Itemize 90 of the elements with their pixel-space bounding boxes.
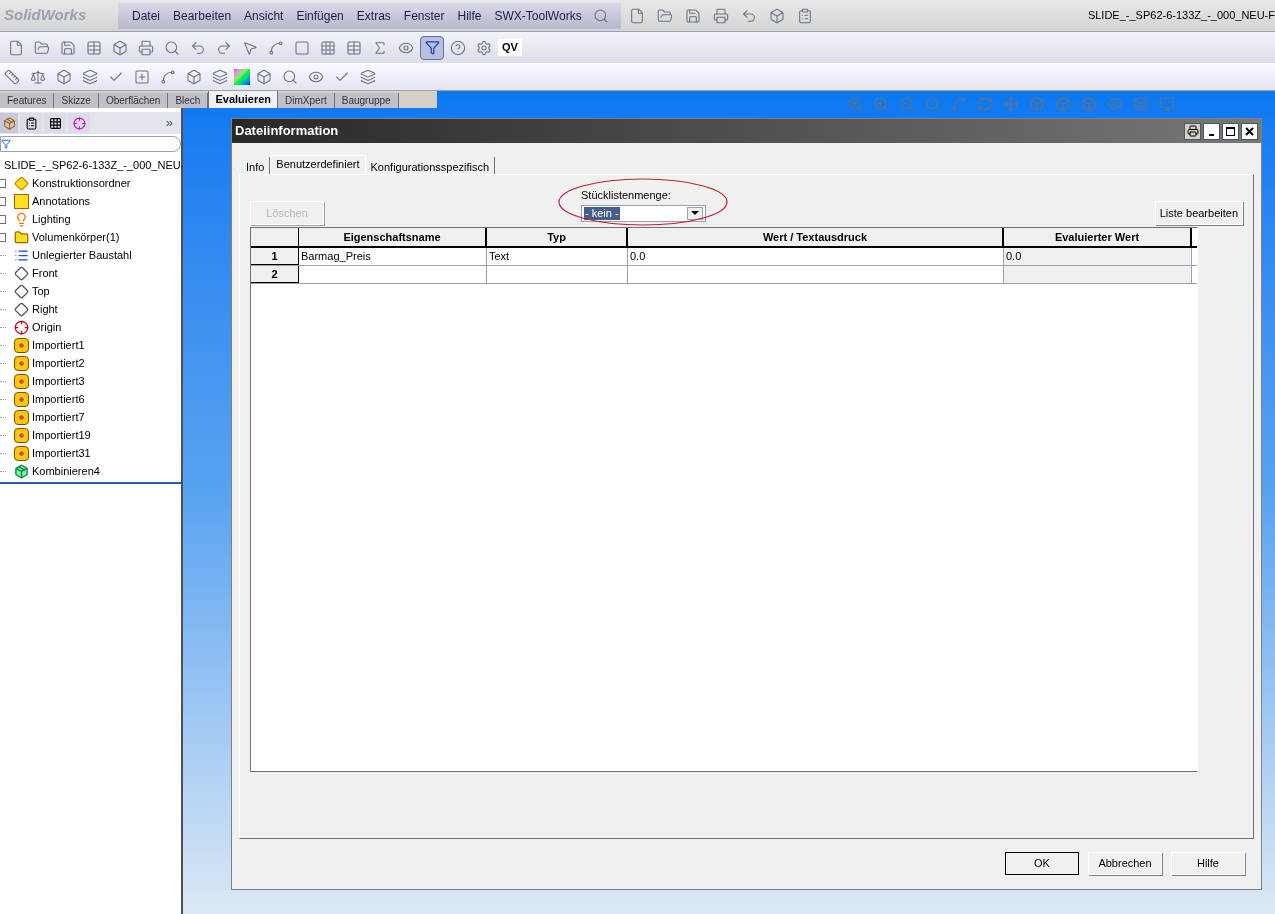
minimize-button[interactable] bbox=[1203, 122, 1220, 140]
more-button[interactable]: » bbox=[165, 113, 173, 133]
table-cell[interactable]: Barmag_Preis bbox=[299, 248, 487, 265]
filter-icon bbox=[1, 139, 11, 149]
filter-icon bbox=[424, 40, 440, 55]
app-logo: SolidWorks bbox=[3, 5, 88, 26]
tree-item[interactable]: Importiert3 bbox=[32, 372, 85, 390]
tree-item[interactable]: Importiert31 bbox=[32, 444, 91, 462]
close-icon bbox=[1245, 126, 1254, 136]
bom-quantity-select[interactable]: - kein - bbox=[581, 204, 706, 222]
filter-field[interactable] bbox=[0, 136, 181, 152]
document-title: SLIDE_-_SP62-6-133Z_-_000_NEU-F bbox=[1087, 8, 1275, 24]
close-button[interactable] bbox=[1241, 122, 1258, 140]
body-icon bbox=[14, 391, 29, 407]
body-icon bbox=[14, 409, 29, 425]
row-header[interactable]: 2 bbox=[251, 266, 299, 283]
command-tab[interactable]: Baugruppe bbox=[334, 93, 399, 108]
dialog-button[interactable]: OK bbox=[1005, 852, 1079, 875]
dialog-tab[interactable]: Benutzerdefiniert bbox=[270, 155, 366, 174]
body-icon bbox=[14, 427, 29, 443]
dialog-button[interactable]: Abbrechen bbox=[1088, 852, 1162, 875]
maximize-button[interactable] bbox=[1222, 122, 1239, 140]
lightbulb-icon bbox=[14, 211, 29, 227]
properties-tab[interactable] bbox=[20, 113, 42, 133]
tree-item[interactable]: Importiert19 bbox=[32, 426, 91, 444]
menu-item[interactable]: Einfügen bbox=[290, 6, 350, 25]
dropdown-icon bbox=[687, 206, 703, 220]
dialog-title: Dateiinformation bbox=[235, 122, 339, 141]
tree-item[interactable]: Konstruktionsordner bbox=[32, 174, 131, 192]
clipboard-icon bbox=[24, 116, 38, 130]
table-cell[interactable]: 0.0 bbox=[1004, 248, 1192, 265]
box-icon bbox=[2, 116, 16, 130]
dialog-tab[interactable]: Konfigurationsspezifisch bbox=[365, 157, 496, 174]
plane-icon bbox=[14, 283, 29, 299]
tree-item[interactable]: Importiert1 bbox=[32, 336, 85, 354]
print-button[interactable] bbox=[1184, 122, 1201, 140]
dialog-button[interactable]: Hilfe bbox=[1171, 852, 1245, 875]
tree-item[interactable]: Importiert2 bbox=[32, 354, 85, 372]
column-header[interactable]: Wert / Textausdruck bbox=[628, 228, 1004, 246]
tree-item[interactable]: Lighting bbox=[32, 210, 71, 228]
command-tab[interactable]: Features bbox=[0, 93, 55, 108]
tree-item[interactable]: Origin bbox=[32, 318, 62, 336]
tree-item[interactable]: Annotations bbox=[32, 192, 91, 210]
configuration-tab[interactable] bbox=[44, 113, 66, 133]
column-header[interactable]: Typ bbox=[487, 228, 628, 246]
plane-icon bbox=[14, 301, 29, 317]
body-icon bbox=[14, 337, 29, 353]
tree-item[interactable]: Right bbox=[32, 300, 58, 318]
command-tab[interactable]: Oberflächen bbox=[98, 93, 169, 108]
body-icon bbox=[14, 445, 29, 461]
command-tab[interactable]: DimXpert bbox=[278, 93, 335, 108]
menu-item[interactable]: Fenster bbox=[397, 6, 451, 25]
menu-item[interactable]: Datei bbox=[126, 6, 166, 25]
tree-item[interactable]: Front bbox=[32, 264, 58, 282]
tree-item[interactable]: Volumenkörper(1) bbox=[32, 228, 120, 246]
command-tab[interactable]: Evaluieren bbox=[208, 91, 279, 108]
origin-icon bbox=[14, 319, 29, 335]
table-cell[interactable]: 0.0 bbox=[628, 248, 1004, 265]
table-cell[interactable]: Text bbox=[487, 248, 628, 265]
tree-item[interactable]: Kombinieren4 bbox=[32, 462, 100, 480]
diamond-icon bbox=[14, 175, 29, 191]
quick-view-button[interactable]: QV bbox=[498, 39, 522, 56]
command-tab[interactable]: Skizze bbox=[54, 93, 99, 108]
bom-quantity-label: Stücklistenmenge: bbox=[581, 188, 672, 203]
filter-button[interactable] bbox=[420, 35, 444, 60]
crosshair-icon bbox=[72, 116, 86, 130]
body-icon bbox=[14, 355, 29, 371]
menu-item[interactable]: Hilfe bbox=[451, 6, 488, 25]
menu-item[interactable]: SWX-ToolWorks bbox=[488, 6, 588, 25]
tree-item[interactable]: Top bbox=[32, 282, 50, 300]
menu-item[interactable]: Extras bbox=[350, 6, 397, 25]
plane-icon bbox=[14, 265, 29, 281]
column-header[interactable]: Evaluierter Wert bbox=[1004, 228, 1192, 246]
tree-item[interactable]: Unlegierter Baustahl bbox=[32, 246, 132, 264]
command-tab[interactable]: Blech bbox=[168, 93, 209, 108]
tree-item[interactable]: Importiert6 bbox=[32, 390, 85, 408]
tree-item[interactable]: Importiert7 bbox=[32, 408, 85, 426]
color-map-icon[interactable] bbox=[234, 68, 250, 85]
menu-item[interactable]: Bearbeiten bbox=[167, 6, 238, 25]
body-icon bbox=[14, 373, 29, 389]
annotation-icon bbox=[14, 193, 29, 209]
select-value: - kein - bbox=[584, 206, 620, 220]
printer-icon bbox=[1186, 125, 1199, 137]
list-icon bbox=[14, 247, 29, 263]
grid-icon bbox=[48, 116, 62, 130]
row-header[interactable]: 1 bbox=[251, 248, 299, 265]
column-header[interactable]: Eigenschaftsname bbox=[299, 228, 487, 246]
edit-list-button[interactable]: Liste bearbeiten bbox=[1154, 201, 1243, 225]
menu-item[interactable]: Ansicht bbox=[238, 6, 290, 25]
folder-icon bbox=[14, 229, 29, 245]
